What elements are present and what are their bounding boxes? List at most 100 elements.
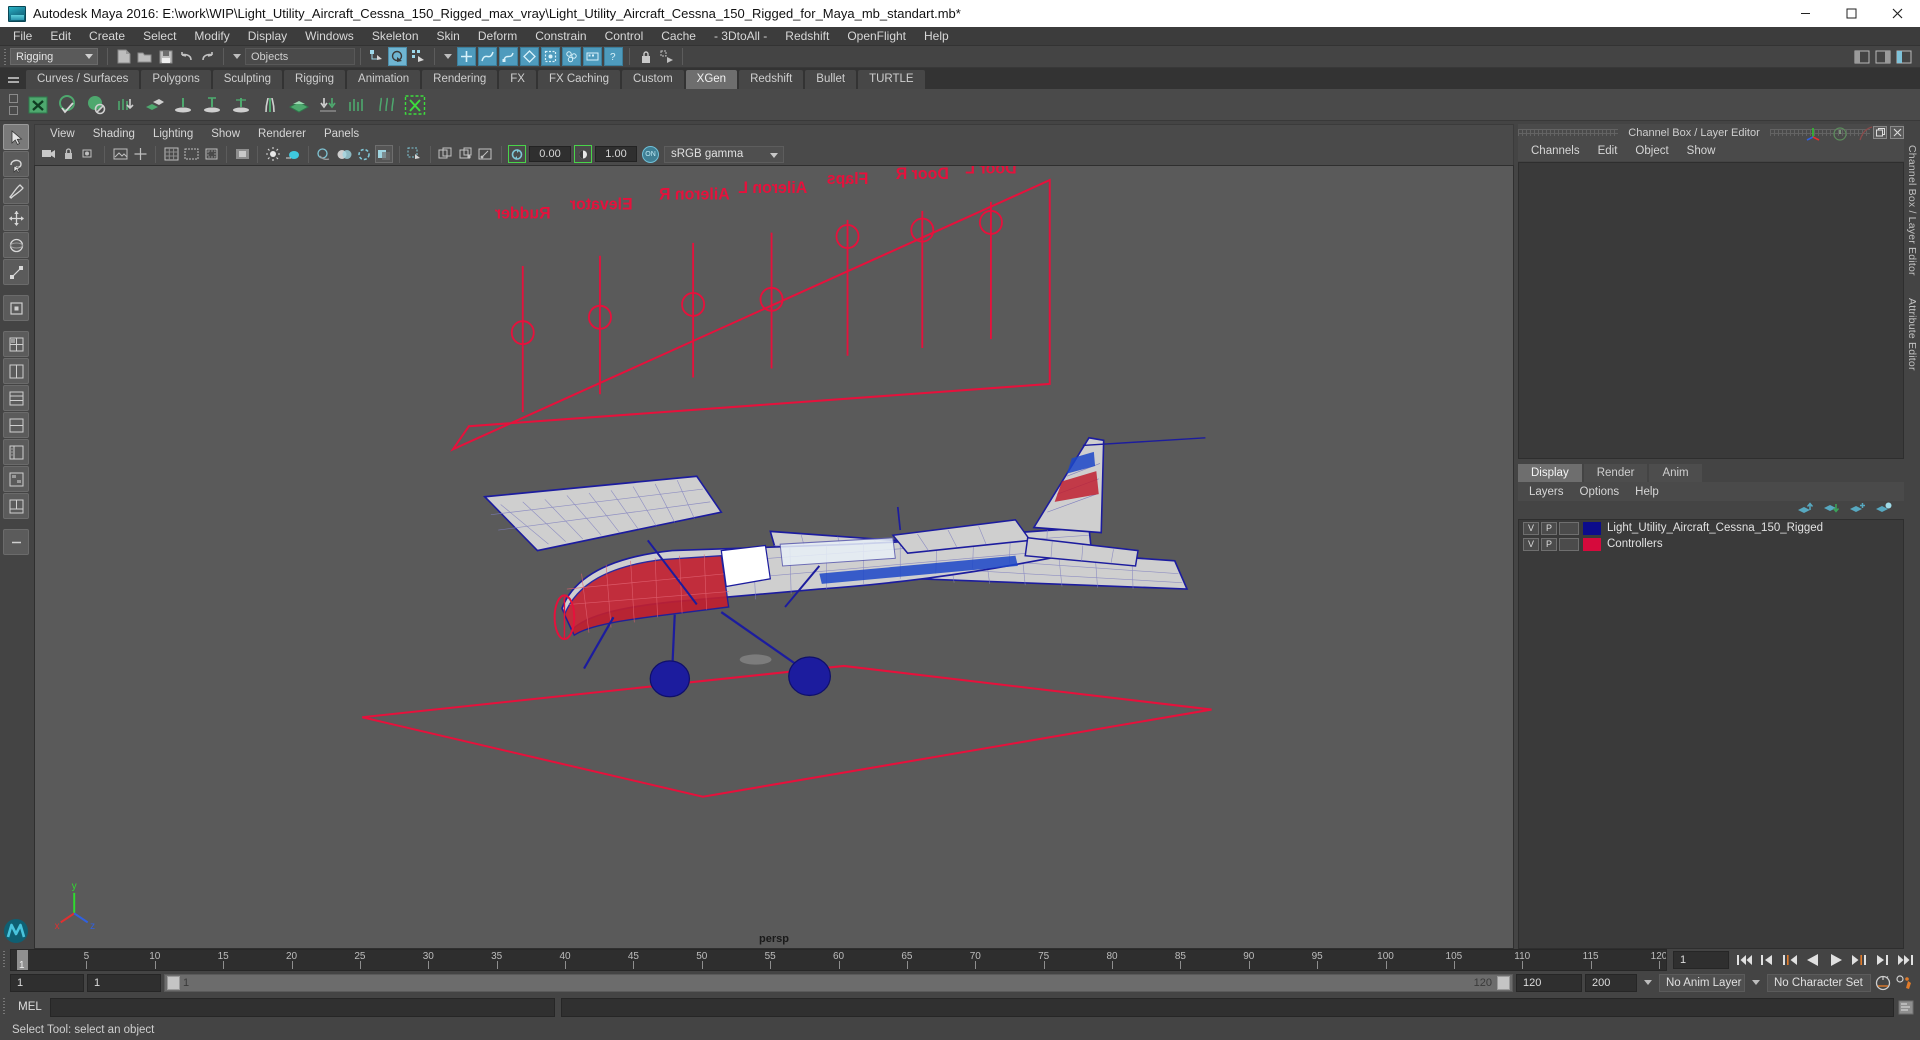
layer-row[interactable]: V P Controllers	[1519, 536, 1903, 552]
exposure-toggle-icon[interactable]	[508, 145, 526, 163]
xray-active-components-icon[interactable]	[477, 145, 495, 163]
default-light-icon[interactable]	[264, 145, 282, 163]
viewport-menu-show[interactable]: Show	[202, 125, 249, 143]
channel-menu-channels[interactable]: Channels	[1522, 142, 1589, 161]
motion-blur-icon[interactable]	[375, 145, 393, 163]
viewport-menu-lighting[interactable]: Lighting	[144, 125, 202, 143]
auto-keyframe-toggle-icon[interactable]	[1874, 974, 1892, 992]
menu-windows[interactable]: Windows	[296, 27, 363, 46]
menu-set-selector[interactable]: Rigging	[10, 48, 98, 65]
shelf-options-icon[interactable]	[4, 89, 22, 121]
animation-preferences-icon[interactable]	[1895, 974, 1913, 992]
two-pane-layout-button[interactable]	[3, 358, 29, 384]
show-channel-box-icon[interactable]	[1852, 47, 1871, 66]
hypergraph-layout-button[interactable]	[3, 466, 29, 492]
mask-handles-icon[interactable]	[457, 47, 476, 66]
grid-toggle-icon[interactable]	[162, 145, 180, 163]
layer-color-swatch[interactable]	[1583, 537, 1601, 551]
shelf-tab-xgen[interactable]: XGen	[685, 70, 738, 89]
camera-attributes-icon[interactable]	[80, 145, 98, 163]
new-scene-icon[interactable]	[114, 47, 133, 66]
object-mode-icon[interactable]	[388, 47, 407, 66]
menu-cache[interactable]: Cache	[652, 27, 705, 46]
mask-polygons-icon[interactable]	[520, 47, 539, 66]
xgen-import-icon[interactable]	[315, 92, 341, 118]
three-pane-layout-button[interactable]	[3, 385, 29, 411]
menu-modify[interactable]: Modify	[185, 27, 238, 46]
channel-box-content[interactable]	[1518, 162, 1904, 459]
outliner-layout-button[interactable]	[3, 439, 29, 465]
mask-rendering-icon[interactable]	[583, 47, 602, 66]
shelf-tab-polygons[interactable]: Polygons	[141, 70, 211, 89]
persp-viewport[interactable]: Rudder Elevator Aileron R Aileron L Flap…	[34, 165, 1514, 949]
menu-constrain[interactable]: Constrain	[526, 27, 595, 46]
rotate-tool-button[interactable]	[3, 232, 29, 258]
lasso-tool-button[interactable]	[3, 151, 29, 177]
play-backwards-button[interactable]	[1804, 951, 1822, 969]
manipulator-axes-icon[interactable]	[1805, 125, 1822, 145]
more-layouts-button[interactable]	[3, 529, 29, 555]
menu-control[interactable]: Control	[596, 27, 653, 46]
layer-menu-options[interactable]: Options	[1572, 483, 1628, 501]
xgen-selected-icon[interactable]	[402, 92, 428, 118]
menu-openflight[interactable]: OpenFlight	[838, 27, 915, 46]
shelf-tab-rigging[interactable]: Rigging	[284, 70, 346, 89]
channel-menu-edit[interactable]: Edit	[1589, 142, 1627, 161]
xgen-length-brush-icon[interactable]	[170, 92, 196, 118]
go-to-end-button[interactable]	[1896, 951, 1914, 969]
layer-visibility-toggle[interactable]: V	[1523, 521, 1539, 535]
film-gate-icon[interactable]	[182, 145, 200, 163]
move-tool-button[interactable]	[3, 205, 29, 231]
command-response-field[interactable]	[561, 997, 1894, 1017]
play-forwards-button[interactable]	[1827, 951, 1845, 969]
open-scene-icon[interactable]	[135, 47, 154, 66]
layer-row[interactable]: V P Light_Utility_Aircraft_Cessna_150_Ri…	[1519, 520, 1903, 536]
anti-aliasing-icon[interactable]	[355, 145, 373, 163]
xgen-surface-icon[interactable]	[286, 92, 312, 118]
xgen-disable-preview-icon[interactable]	[83, 92, 109, 118]
character-set-chevron-icon[interactable]	[1752, 980, 1760, 985]
step-back-key-button[interactable]	[1758, 951, 1776, 969]
scale-tool-button[interactable]	[3, 259, 29, 285]
layer-display-type-toggle[interactable]	[1559, 521, 1579, 535]
character-set-select[interactable]: No Character Set	[1767, 973, 1871, 992]
toolbar-grip[interactable]	[2, 47, 10, 67]
last-tool-button[interactable]	[3, 295, 29, 321]
range-start-handle[interactable]	[167, 975, 180, 990]
select-tool-button[interactable]	[3, 124, 29, 150]
menu-file[interactable]: File	[4, 27, 41, 46]
xray-icon[interactable]	[437, 145, 455, 163]
new-empty-layer-icon[interactable]	[1875, 501, 1892, 519]
layer-tab-display[interactable]: Display	[1518, 464, 1582, 482]
shelf-tab-fx-caching[interactable]: FX Caching	[537, 70, 621, 89]
ambient-occlusion-icon[interactable]	[335, 145, 353, 163]
anim-start-field[interactable]: 1	[10, 973, 84, 992]
maximize-button[interactable]	[1828, 0, 1874, 27]
layer-tab-anim[interactable]: Anim	[1649, 464, 1702, 482]
step-back-frame-button[interactable]	[1781, 951, 1799, 969]
xgen-description-editor-icon[interactable]	[25, 92, 51, 118]
speedometer-icon[interactable]	[1832, 126, 1848, 145]
layer-list[interactable]: V P Light_Utility_Aircraft_Cessna_150_Ri…	[1518, 519, 1904, 949]
shelf-tab-animation[interactable]: Animation	[347, 70, 421, 89]
current-frame-field[interactable]: 1	[1673, 951, 1729, 969]
selection-mask-chevron-icon[interactable]	[233, 54, 241, 59]
undo-icon[interactable]	[177, 47, 196, 66]
viewport-menu-panels[interactable]: Panels	[315, 125, 368, 143]
exposure-value[interactable]: 0.00	[529, 146, 571, 162]
shelf-tab-sculpting[interactable]: Sculpting	[212, 70, 283, 89]
layer-display-type-toggle[interactable]	[1559, 537, 1579, 551]
layer-menu-layers[interactable]: Layers	[1521, 483, 1572, 501]
menu-skeleton[interactable]: Skeleton	[363, 27, 428, 46]
save-scene-icon[interactable]	[156, 47, 175, 66]
snap-grid-icon[interactable]	[657, 47, 676, 66]
layer-playback-toggle[interactable]: P	[1541, 537, 1557, 551]
mel-command-input[interactable]	[50, 997, 555, 1017]
shelf-tab-curves-surfaces[interactable]: Curves / Surfaces	[26, 70, 140, 89]
mask-dynamics-icon[interactable]	[562, 47, 581, 66]
menu-edit[interactable]: Edit	[41, 27, 80, 46]
arc-icon[interactable]	[1858, 125, 1874, 145]
gamma-value[interactable]: 1.00	[595, 146, 637, 162]
color-management-toggle[interactable]: ON	[642, 145, 659, 163]
channel-menu-show[interactable]: Show	[1678, 142, 1725, 161]
